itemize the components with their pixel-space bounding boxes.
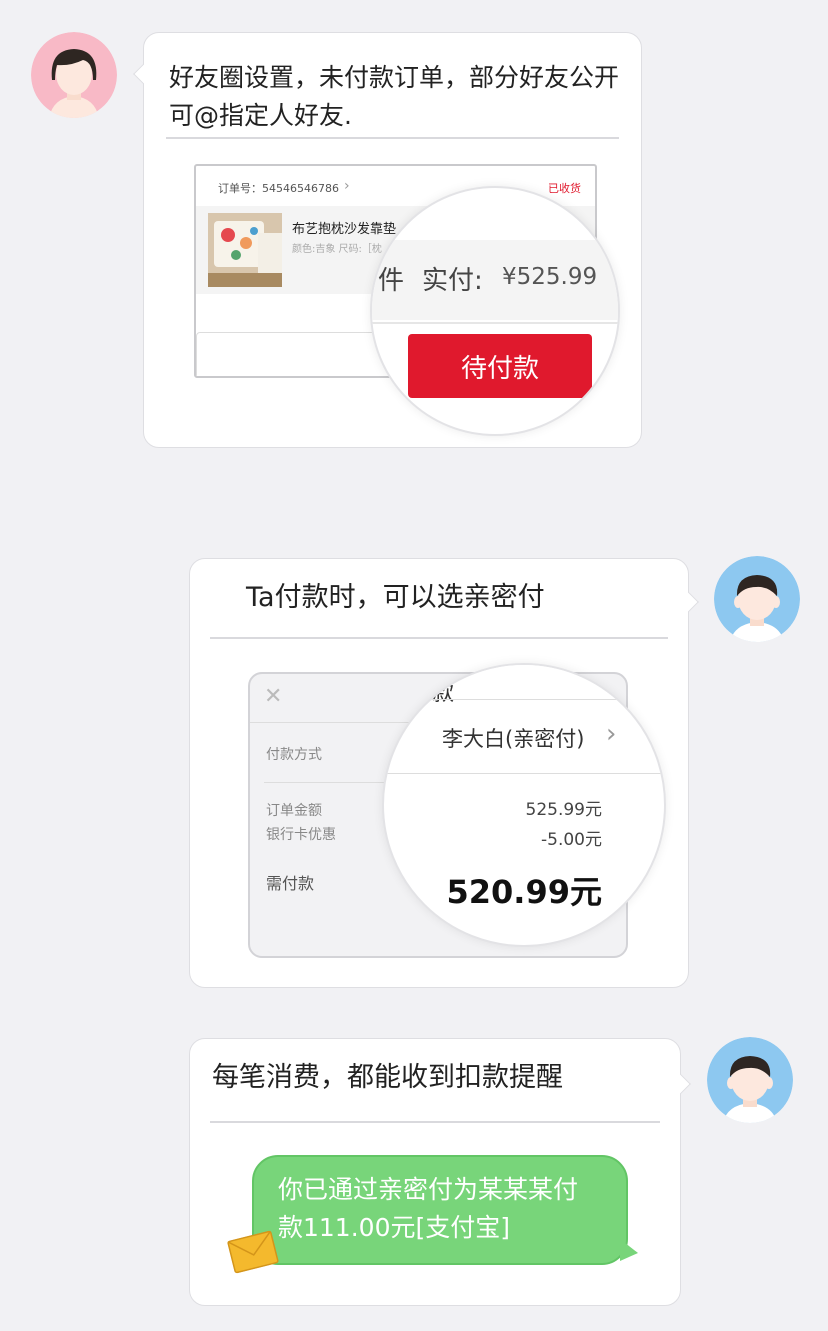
payment-method-label: 付款方式 (266, 747, 322, 763)
message-bubble-2: Ta付款时，可以选亲密付 ✕ 付款方式 订单金额 银行卡优惠 需付款 支 付款 … (189, 558, 699, 988)
amount-due-label: 需付款 (266, 874, 315, 893)
order-amount-value: 525.99元 (525, 800, 602, 820)
chevron-right-icon: › (344, 178, 350, 194)
bubble-tail (671, 1074, 691, 1094)
product-spec: 颜色:吉象 尺码:［枕 (292, 244, 382, 255)
bubble-tail (133, 64, 153, 84)
bubble-tail (679, 592, 699, 612)
alipay-icon: 支 (384, 677, 404, 701)
order-amount-label: 订单金额 (266, 803, 322, 819)
item-count-suffix: 件 (378, 266, 405, 296)
message-text-line1: 好友圈设置，未付款订单，部分好友公开 (169, 63, 620, 92)
product-name: 布艺抱枕沙发靠垫 (292, 222, 397, 237)
sms-tail (620, 1239, 638, 1261)
amount-due-value: 520.99元 (446, 873, 603, 911)
message-text-line2: 可@指定人好友. (169, 101, 352, 130)
paid-amount: ¥525.99 (502, 264, 598, 290)
message-bubble-3: 每笔消费，都能收到扣款提醒 你已通过亲密付为某某某付 款111.00元[支付宝] (189, 1038, 691, 1306)
pending-payment-button[interactable]: 待付款 (408, 334, 592, 398)
chevron-right-icon[interactable]: › (606, 719, 616, 749)
bank-discount-value: -5.00元 (541, 830, 602, 850)
envelope-icon (227, 1230, 280, 1274)
order-status: 已收货 (548, 182, 581, 195)
header-divider (384, 699, 664, 700)
sms-text-line1: 你已通过亲密付为某某某付 (278, 1175, 579, 1204)
sms-text-line2: 款111.00元[支付宝] (278, 1213, 510, 1242)
close-icon[interactable]: ✕ (264, 684, 282, 709)
message-text: Ta付款时，可以选亲密付 (246, 582, 545, 613)
alipay-header: 支 付款 (384, 665, 664, 706)
divider (210, 1121, 660, 1123)
row-divider (384, 773, 664, 774)
order-number: 订单号：54546546786 (218, 182, 339, 195)
magnifier-lens: 支 付款 李大白(亲密付) › 525.99元 -5.00元 520.99元 (382, 663, 666, 947)
divider (372, 322, 618, 324)
product-thumbnail (208, 213, 282, 287)
divider (166, 137, 619, 139)
message-text: 每笔消费，都能收到扣款提醒 (212, 1062, 563, 1093)
divider (210, 637, 668, 639)
male-avatar-icon[interactable] (707, 1037, 793, 1123)
order-actions-row (196, 332, 391, 376)
female-avatar-icon[interactable] (31, 32, 117, 118)
bank-discount-label: 银行卡优惠 (266, 827, 336, 843)
message-bubble-1: 好友圈设置，未付款订单，部分好友公开 可@指定人好友. 订单号：54546546… (133, 32, 642, 448)
paid-label: 实付: (422, 266, 483, 296)
payment-title: 付款 (410, 681, 455, 706)
male-avatar-icon[interactable] (714, 556, 800, 642)
sms-notification: 你已通过亲密付为某某某付 款111.00元[支付宝] (252, 1155, 628, 1265)
payment-method-value[interactable]: 李大白(亲密付) (442, 723, 584, 753)
magnifier-lens: 件 实付: ¥525.99 待付款 (370, 186, 620, 436)
